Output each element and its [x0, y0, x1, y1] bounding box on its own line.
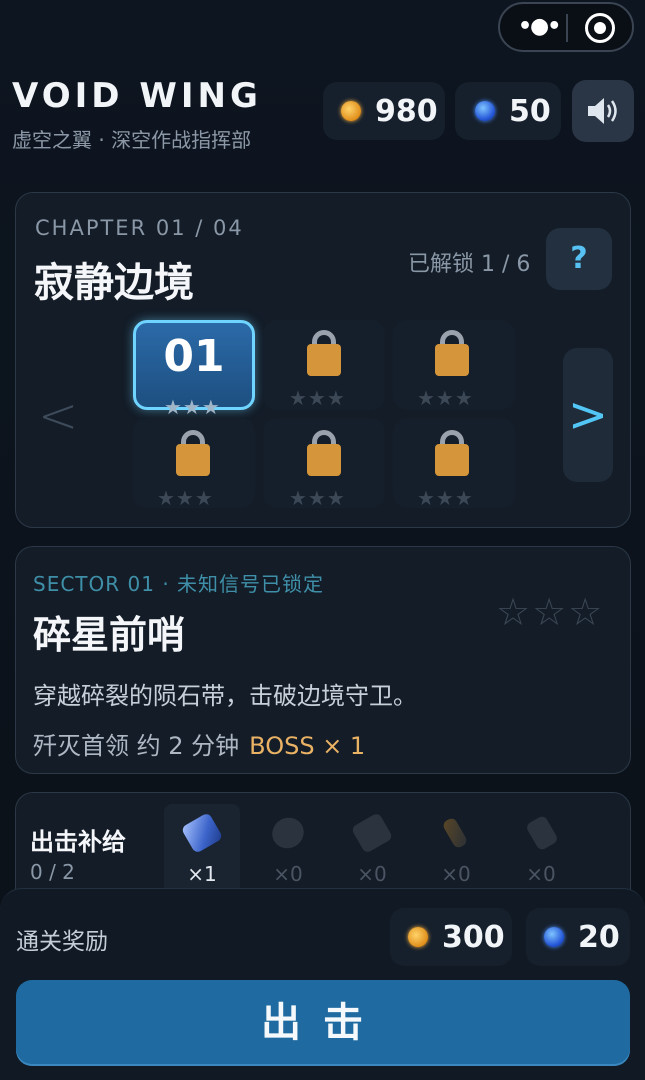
- app-subtitle: 虚空之翼 · 深空作战指挥部: [12, 128, 252, 152]
- level-slot-04[interactable]: ★★★: [133, 418, 255, 510]
- coin-icon: [408, 927, 428, 947]
- reward-gem-count: 20: [578, 919, 620, 955]
- unlock-progress: 已解锁 1 / 6: [408, 252, 531, 277]
- level-slot-03[interactable]: ★★★: [393, 320, 515, 410]
- level-stars: ★★★: [289, 386, 346, 410]
- supply-qty: ×0: [357, 862, 387, 886]
- level-stars: ★★★: [157, 486, 214, 510]
- next-chapter-button[interactable]: >: [563, 348, 613, 482]
- supply-qty: ×0: [441, 862, 471, 886]
- sector-objective: 歼灭首领 约 2 分钟: [33, 732, 240, 760]
- gem-icon: [475, 101, 495, 121]
- supply-title: 出击补给: [30, 828, 126, 856]
- coin-balance: 980: [323, 82, 445, 140]
- sector-title: 碎星前哨: [33, 613, 186, 657]
- cannon-supply-icon: [350, 812, 394, 854]
- supply-item-4[interactable]: ×0: [418, 804, 494, 894]
- drone-supply-icon: [524, 814, 560, 852]
- supply-item-3[interactable]: ×0: [334, 804, 410, 894]
- lock-icon: [176, 444, 210, 476]
- sector-label: SECTOR 01 · 未知信号已锁定: [33, 572, 325, 596]
- lock-icon: [307, 444, 341, 476]
- gem-count: 50: [509, 93, 551, 129]
- mini-program-capsule: •●•: [498, 2, 634, 52]
- coin-icon: [341, 101, 361, 121]
- help-button[interactable]: ?: [546, 228, 612, 290]
- target-circle-icon[interactable]: [585, 13, 615, 43]
- level-slot-01[interactable]: 01 ★★★: [133, 320, 255, 419]
- level-slot-05[interactable]: ★★★: [263, 418, 385, 510]
- shield-supply-icon: [266, 812, 310, 854]
- prev-chapter-button[interactable]: <: [38, 388, 78, 444]
- supply-item-1[interactable]: ×1: [164, 804, 240, 894]
- sector-meta: 歼灭首领 约 2 分钟 BOSS × 1: [33, 726, 365, 761]
- reward-coin-count: 300: [442, 919, 505, 955]
- sortie-button[interactable]: 出击: [16, 980, 630, 1066]
- lock-icon: [435, 444, 469, 476]
- missile-supply-icon: [180, 812, 224, 854]
- reward-coins: 300: [390, 908, 512, 966]
- more-dots-icon[interactable]: •●•: [518, 14, 561, 39]
- speaker-icon: [588, 98, 617, 124]
- supply-item-5[interactable]: ×0: [503, 804, 579, 894]
- coin-count: 980: [375, 93, 438, 129]
- sound-toggle-button[interactable]: [572, 80, 634, 142]
- capsule-divider: [566, 14, 568, 42]
- booster-supply-icon: [441, 816, 469, 850]
- app-title: VOID WING: [12, 76, 262, 116]
- level-number: 01: [163, 331, 225, 382]
- supply-qty: ×0: [273, 862, 303, 886]
- gem-balance: 50: [455, 82, 561, 140]
- supply-qty: ×0: [526, 862, 556, 886]
- supply-qty: ×1: [187, 862, 217, 886]
- level-slot-02[interactable]: ★★★: [263, 320, 385, 410]
- level-stars: ★★★: [417, 386, 474, 410]
- level-stars: ★★★: [289, 486, 346, 510]
- sector-star-rating: ☆☆☆: [496, 590, 605, 634]
- lock-icon: [435, 344, 469, 376]
- level-stars: ★★★: [164, 395, 221, 419]
- chapter-label: CHAPTER 01 / 04: [35, 216, 244, 240]
- gem-icon: [544, 927, 564, 947]
- sector-description: 穿越碎裂的陨石带，击破边境守卫。: [33, 682, 417, 710]
- level-slot-06[interactable]: ★★★: [393, 418, 515, 510]
- boss-count: BOSS × 1: [249, 732, 366, 760]
- reward-label: 通关奖励: [16, 929, 108, 955]
- supply-count: 0 / 2: [30, 860, 75, 884]
- lock-icon: [307, 344, 341, 376]
- chapter-title: 寂静边境: [34, 260, 194, 306]
- supply-item-2[interactable]: ×0: [250, 804, 326, 894]
- reward-gems: 20: [526, 908, 630, 966]
- level-stars: ★★★: [417, 486, 474, 510]
